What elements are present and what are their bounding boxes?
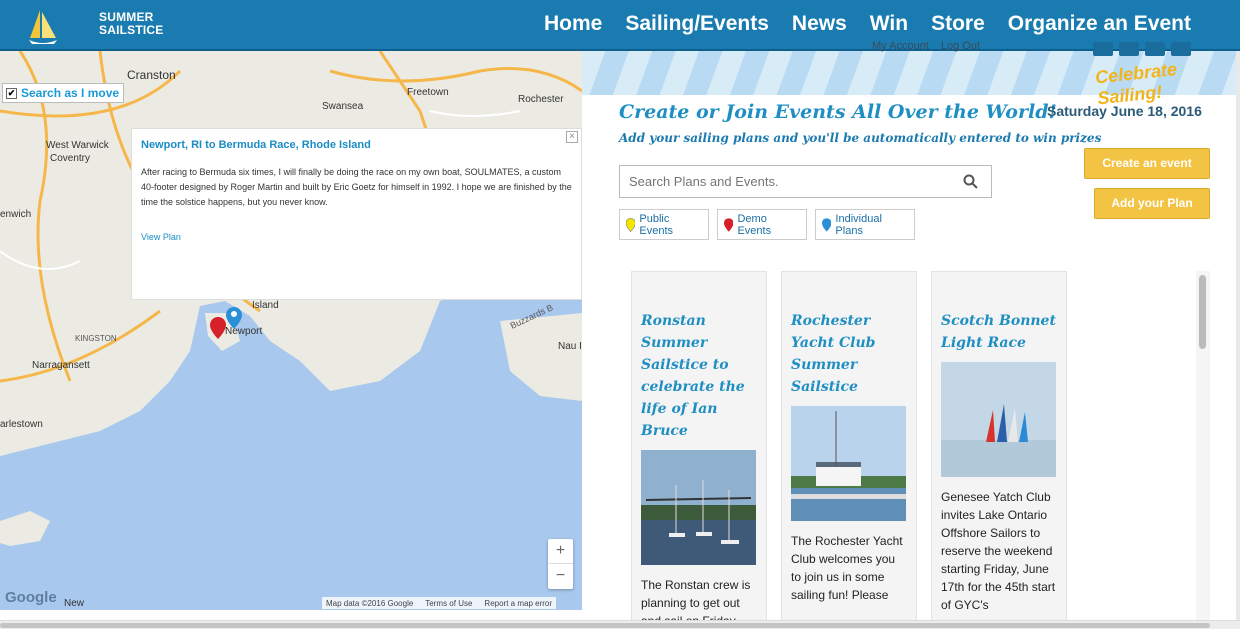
map-label: New [64, 598, 85, 609]
main-nav: Home Sailing/Events News Win Store Organ… [544, 12, 1191, 36]
nav-store[interactable]: Store [931, 12, 985, 36]
event-card-text: The Ronstan crew is planning to get out … [641, 578, 751, 621]
add-plan-button[interactable]: Add your Plan [1094, 188, 1210, 219]
google-logo[interactable]: Google [5, 589, 57, 606]
search-icon[interactable] [963, 174, 978, 189]
event-photo[interactable] [941, 362, 1056, 477]
account-links: My Account Log Out [872, 40, 980, 52]
horizontal-scrollbar-thumb[interactable] [0, 623, 1210, 628]
zoom-in-button[interactable]: + [548, 539, 573, 564]
nav-news[interactable]: News [792, 12, 847, 36]
log-out-link[interactable]: Log Out [941, 40, 980, 52]
event-card[interactable]: Rochester Yacht Club Summer Sailstice Th… [781, 271, 917, 621]
legend-individual-plans[interactable]: Individual Plans [815, 209, 915, 240]
event-card[interactable]: Scotch Bonnet Light Race Genesee Yatch C… [931, 271, 1067, 621]
legend-demo-events[interactable]: Demo Events [717, 209, 807, 240]
nav-win[interactable]: Win [870, 12, 908, 36]
red-pin-icon [724, 217, 734, 232]
terms-of-use-link[interactable]: Terms of Use [425, 599, 472, 608]
scrollbar-thumb[interactable] [1199, 275, 1206, 349]
event-card-title[interactable]: Scotch Bonnet Light Race [941, 310, 1057, 354]
search-box [619, 165, 992, 198]
map-label: Island [252, 300, 279, 311]
event-card-text: The Rochester Yacht Club welcomes you to… [791, 534, 903, 602]
sailboat-logo-icon[interactable] [26, 8, 60, 48]
legend-label: Individual Plans [835, 212, 882, 237]
page-edge [1236, 51, 1240, 629]
event-photo[interactable] [641, 450, 756, 565]
map-data-credit: Map data ©2016 Google [326, 598, 414, 608]
cards-scrollbar[interactable] [1196, 271, 1210, 621]
instagram-icon[interactable] [1145, 42, 1165, 56]
map-label: Freetown [407, 87, 449, 98]
map-label: enwich [0, 209, 31, 220]
page: SUMMER SAILSTICE Home Sailing/Events New… [0, 0, 1240, 629]
horizontal-scrollbar[interactable] [0, 620, 1240, 629]
legend-public-events[interactable]: Public Events [619, 209, 709, 240]
my-account-link[interactable]: My Account [872, 40, 929, 52]
map-footer: Map data ©2016 Google Terms of Use Repor… [322, 597, 557, 609]
report-map-error-link[interactable]: Report a map error [484, 599, 552, 608]
page-headline: Create or Join Events All Over the World… [619, 101, 1057, 123]
yellow-pin-icon [626, 217, 636, 232]
map-label: arlestown [0, 419, 43, 430]
nav-organize-event[interactable]: Organize an Event [1008, 12, 1191, 36]
create-event-button[interactable]: Create an event [1084, 148, 1210, 179]
nav-home[interactable]: Home [544, 12, 602, 36]
map-info-window: × Newport, RI to Bermuda Race, Rhode Isl… [131, 128, 582, 300]
event-card-title[interactable]: Rochester Yacht Club Summer Sailstice [791, 310, 907, 398]
twitter-icon[interactable] [1119, 42, 1139, 56]
event-card-title[interactable]: Ronstan Summer Sailstice to celebrate th… [641, 310, 757, 442]
info-window-title[interactable]: Newport, RI to Bermuda Race, Rhode Islan… [141, 139, 572, 151]
info-window-body: After racing to Bermuda six times, I wil… [141, 167, 572, 207]
view-plan-link[interactable]: View Plan [141, 232, 181, 242]
search-as-i-move-toggle[interactable]: ✔ Search as I move [2, 83, 125, 103]
brand-name[interactable]: SUMMER SAILSTICE [99, 11, 163, 37]
map-label: KINGSTON [75, 334, 117, 343]
close-icon[interactable]: × [566, 131, 578, 143]
page-subline: Add your sailing plans and you'll be aut… [619, 131, 1102, 145]
map-label: Narragansett [32, 360, 90, 371]
zoom-out-button[interactable]: − [548, 564, 573, 589]
map-label: Coventry [50, 153, 90, 164]
youtube-icon[interactable] [1171, 42, 1191, 56]
top-nav-bar: SUMMER SAILSTICE Home Sailing/Events New… [0, 0, 1240, 51]
social-links [1093, 42, 1191, 56]
brand-line-2: SAILSTICE [99, 23, 164, 37]
map-label: Cranston [127, 68, 176, 82]
event-card[interactable]: Ronstan Summer Sailstice to celebrate th… [631, 271, 767, 621]
map-label: Swansea [322, 101, 364, 112]
map-label: Rochester [518, 94, 564, 105]
event-card-text: Genesee Yatch Club invites Lake Ontario … [941, 490, 1056, 612]
search-as-i-move-label: Search as I move [21, 86, 120, 100]
map-label: Nau Isla [558, 341, 582, 352]
blue-map-pin-icon[interactable] [226, 307, 242, 329]
legend-label: Public Events [639, 212, 674, 237]
map-label: West Warwick [46, 140, 110, 151]
search-input[interactable] [620, 166, 950, 197]
event-photo[interactable] [791, 406, 906, 521]
checkbox-checked-icon[interactable]: ✔ [6, 87, 17, 99]
nav-sailing-events[interactable]: Sailing/Events [625, 12, 769, 36]
blue-pin-icon [822, 217, 832, 232]
facebook-icon[interactable] [1093, 42, 1113, 56]
red-map-pin-icon[interactable] [210, 317, 226, 339]
legend-label: Demo Events [737, 212, 772, 237]
zoom-control: + − [548, 539, 573, 589]
current-date: Saturday June 18, 2016 [1047, 103, 1202, 119]
